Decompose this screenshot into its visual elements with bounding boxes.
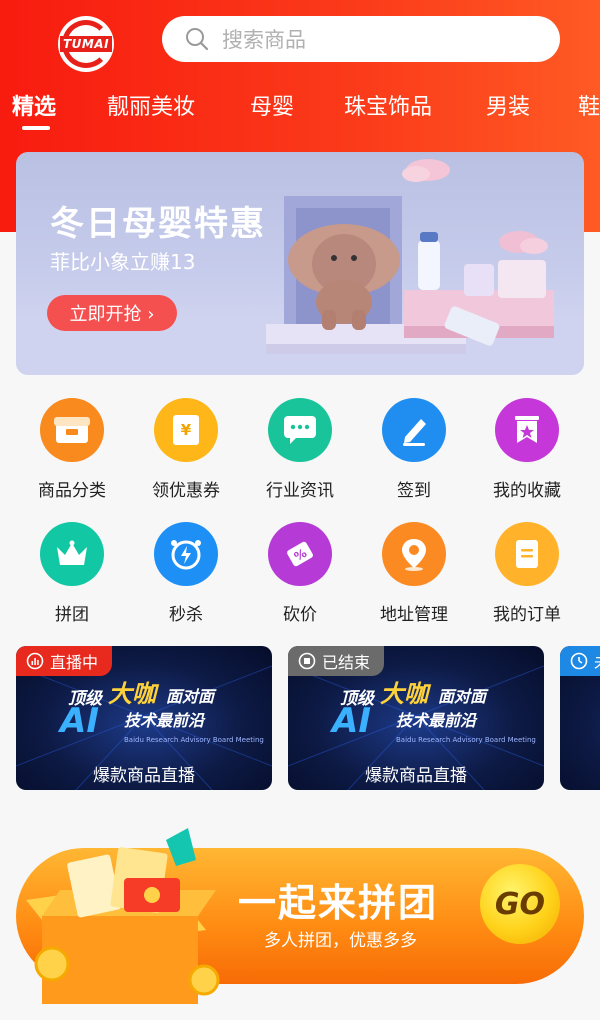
- promo-banner[interactable]: 冬日母婴特惠 菲比小象立赚13 立即开抢 ›: [16, 152, 584, 375]
- grid-item-flash-sale[interactable]: 秒杀: [131, 522, 241, 625]
- grid-item-checkin[interactable]: 签到: [359, 398, 469, 501]
- svg-text:技术最前沿: 技术最前沿: [396, 711, 478, 730]
- search-icon: [186, 28, 209, 51]
- logo-text: TUMAI: [59, 36, 113, 52]
- bookmark-icon: [495, 398, 559, 462]
- live-status-badge: 未: [560, 646, 600, 676]
- coupon-icon: ¥: [154, 398, 218, 462]
- grid-label: 秒杀: [169, 605, 203, 625]
- live-status-badge: 直播中: [16, 646, 113, 676]
- grid-label: 我的订单: [493, 605, 561, 625]
- grid-item-categories[interactable]: 商品分类: [17, 398, 127, 501]
- svg-text:Baidu Research Advisory Board: Baidu Research Advisory Board Meeting: [396, 736, 536, 744]
- grid-item-address[interactable]: 地址管理: [359, 522, 469, 625]
- search-bar[interactable]: 搜索商品: [162, 16, 560, 62]
- pen-icon: [382, 398, 446, 462]
- live-status-text: 直播中: [50, 653, 99, 672]
- grid-label: 行业资讯: [266, 481, 334, 501]
- gift-box-illustration: [26, 828, 220, 1004]
- grid-item-news[interactable]: 行业资讯: [245, 398, 355, 501]
- grid-item-bargain[interactable]: % 砍价: [245, 522, 355, 625]
- stop-icon: [298, 652, 316, 670]
- grid-label: 砍价: [283, 605, 317, 625]
- location-icon: [382, 522, 446, 586]
- search-placeholder: 搜索商品: [222, 28, 306, 52]
- grid-label: 我的收藏: [493, 481, 561, 501]
- order-icon: [495, 522, 559, 586]
- banner-subtitle: 菲比小象立赚13: [50, 250, 196, 274]
- live-title: 爆款商品直播: [93, 766, 195, 786]
- live-status-badge: 已结束: [288, 646, 385, 676]
- banner-cta-button[interactable]: 立即开抢 ›: [47, 295, 177, 331]
- promo-title: 一起来拼团: [238, 881, 439, 925]
- clock-icon: [570, 652, 588, 670]
- svg-text:¥: ¥: [181, 421, 192, 439]
- grid-label: 领优惠券: [152, 481, 220, 501]
- group-buy-banner[interactable]: 一起来拼团 多人拼团，优惠多多 GO: [16, 820, 584, 1010]
- grid-item-favorites[interactable]: 我的收藏: [472, 398, 582, 501]
- grid-item-group-buy[interactable]: 拼团: [17, 522, 127, 625]
- live-card[interactable]: 未: [560, 646, 600, 790]
- grid-label: 签到: [397, 481, 431, 501]
- grid-item-coupons[interactable]: ¥ 领优惠券: [131, 398, 241, 501]
- grid-label: 地址管理: [380, 605, 448, 625]
- svg-text:大咖: 大咖: [108, 680, 160, 708]
- clock-icon: [154, 522, 218, 586]
- svg-text:Baidu Research Advisory Board: Baidu Research Advisory Board Meeting: [124, 736, 264, 744]
- promo-subtitle: 多人拼团，优惠多多: [264, 931, 417, 951]
- go-button[interactable]: GO: [480, 864, 560, 944]
- svg-text:技术最前沿: 技术最前沿: [124, 711, 206, 730]
- grid-label: 商品分类: [38, 481, 106, 501]
- shop-icon: [40, 398, 104, 462]
- banner-title: 冬日母婴特惠: [50, 204, 266, 244]
- live-status-text: 未: [594, 649, 600, 673]
- chat-icon: [268, 398, 332, 462]
- tab-menswear[interactable]: 男装: [486, 90, 530, 126]
- live-card[interactable]: 顶级 大咖 面对面 AI 技术最前沿 Baidu Research Adviso…: [288, 646, 544, 790]
- live-stream-row: 顶级 大咖 面对面 AI 技术最前沿 Baidu Research Adviso…: [0, 646, 600, 792]
- ticket-icon: %: [268, 522, 332, 586]
- tab-beauty[interactable]: 靓丽美妆: [107, 90, 195, 126]
- svg-text:面对面: 面对面: [438, 687, 489, 706]
- tab-baby[interactable]: 母婴: [250, 90, 294, 126]
- svg-text:AI: AI: [57, 701, 99, 741]
- grid-label: 拼团: [55, 605, 89, 625]
- crown-icon: [40, 522, 104, 586]
- grid-item-orders[interactable]: 我的订单: [472, 522, 582, 625]
- tab-featured[interactable]: 精选: [12, 90, 56, 126]
- tab-shoes[interactable]: 鞋: [578, 90, 600, 126]
- live-card[interactable]: 顶级 大咖 面对面 AI 技术最前沿 Baidu Research Adviso…: [16, 646, 272, 790]
- tumai-logo[interactable]: TUMAI: [58, 16, 114, 72]
- live-status-text: 已结束: [322, 653, 371, 672]
- tab-active-indicator: [22, 126, 50, 130]
- svg-text:面对面: 面对面: [166, 687, 217, 706]
- category-tabs: 精选 靓丽美妆 母婴 珠宝饰品 男装 鞋: [0, 90, 600, 134]
- live-chart-icon: [26, 652, 44, 670]
- svg-text:AI: AI: [329, 701, 371, 741]
- live-title: 爆款商品直播: [365, 766, 467, 786]
- svg-text:大咖: 大咖: [380, 680, 432, 708]
- tab-jewelry[interactable]: 珠宝饰品: [344, 90, 432, 126]
